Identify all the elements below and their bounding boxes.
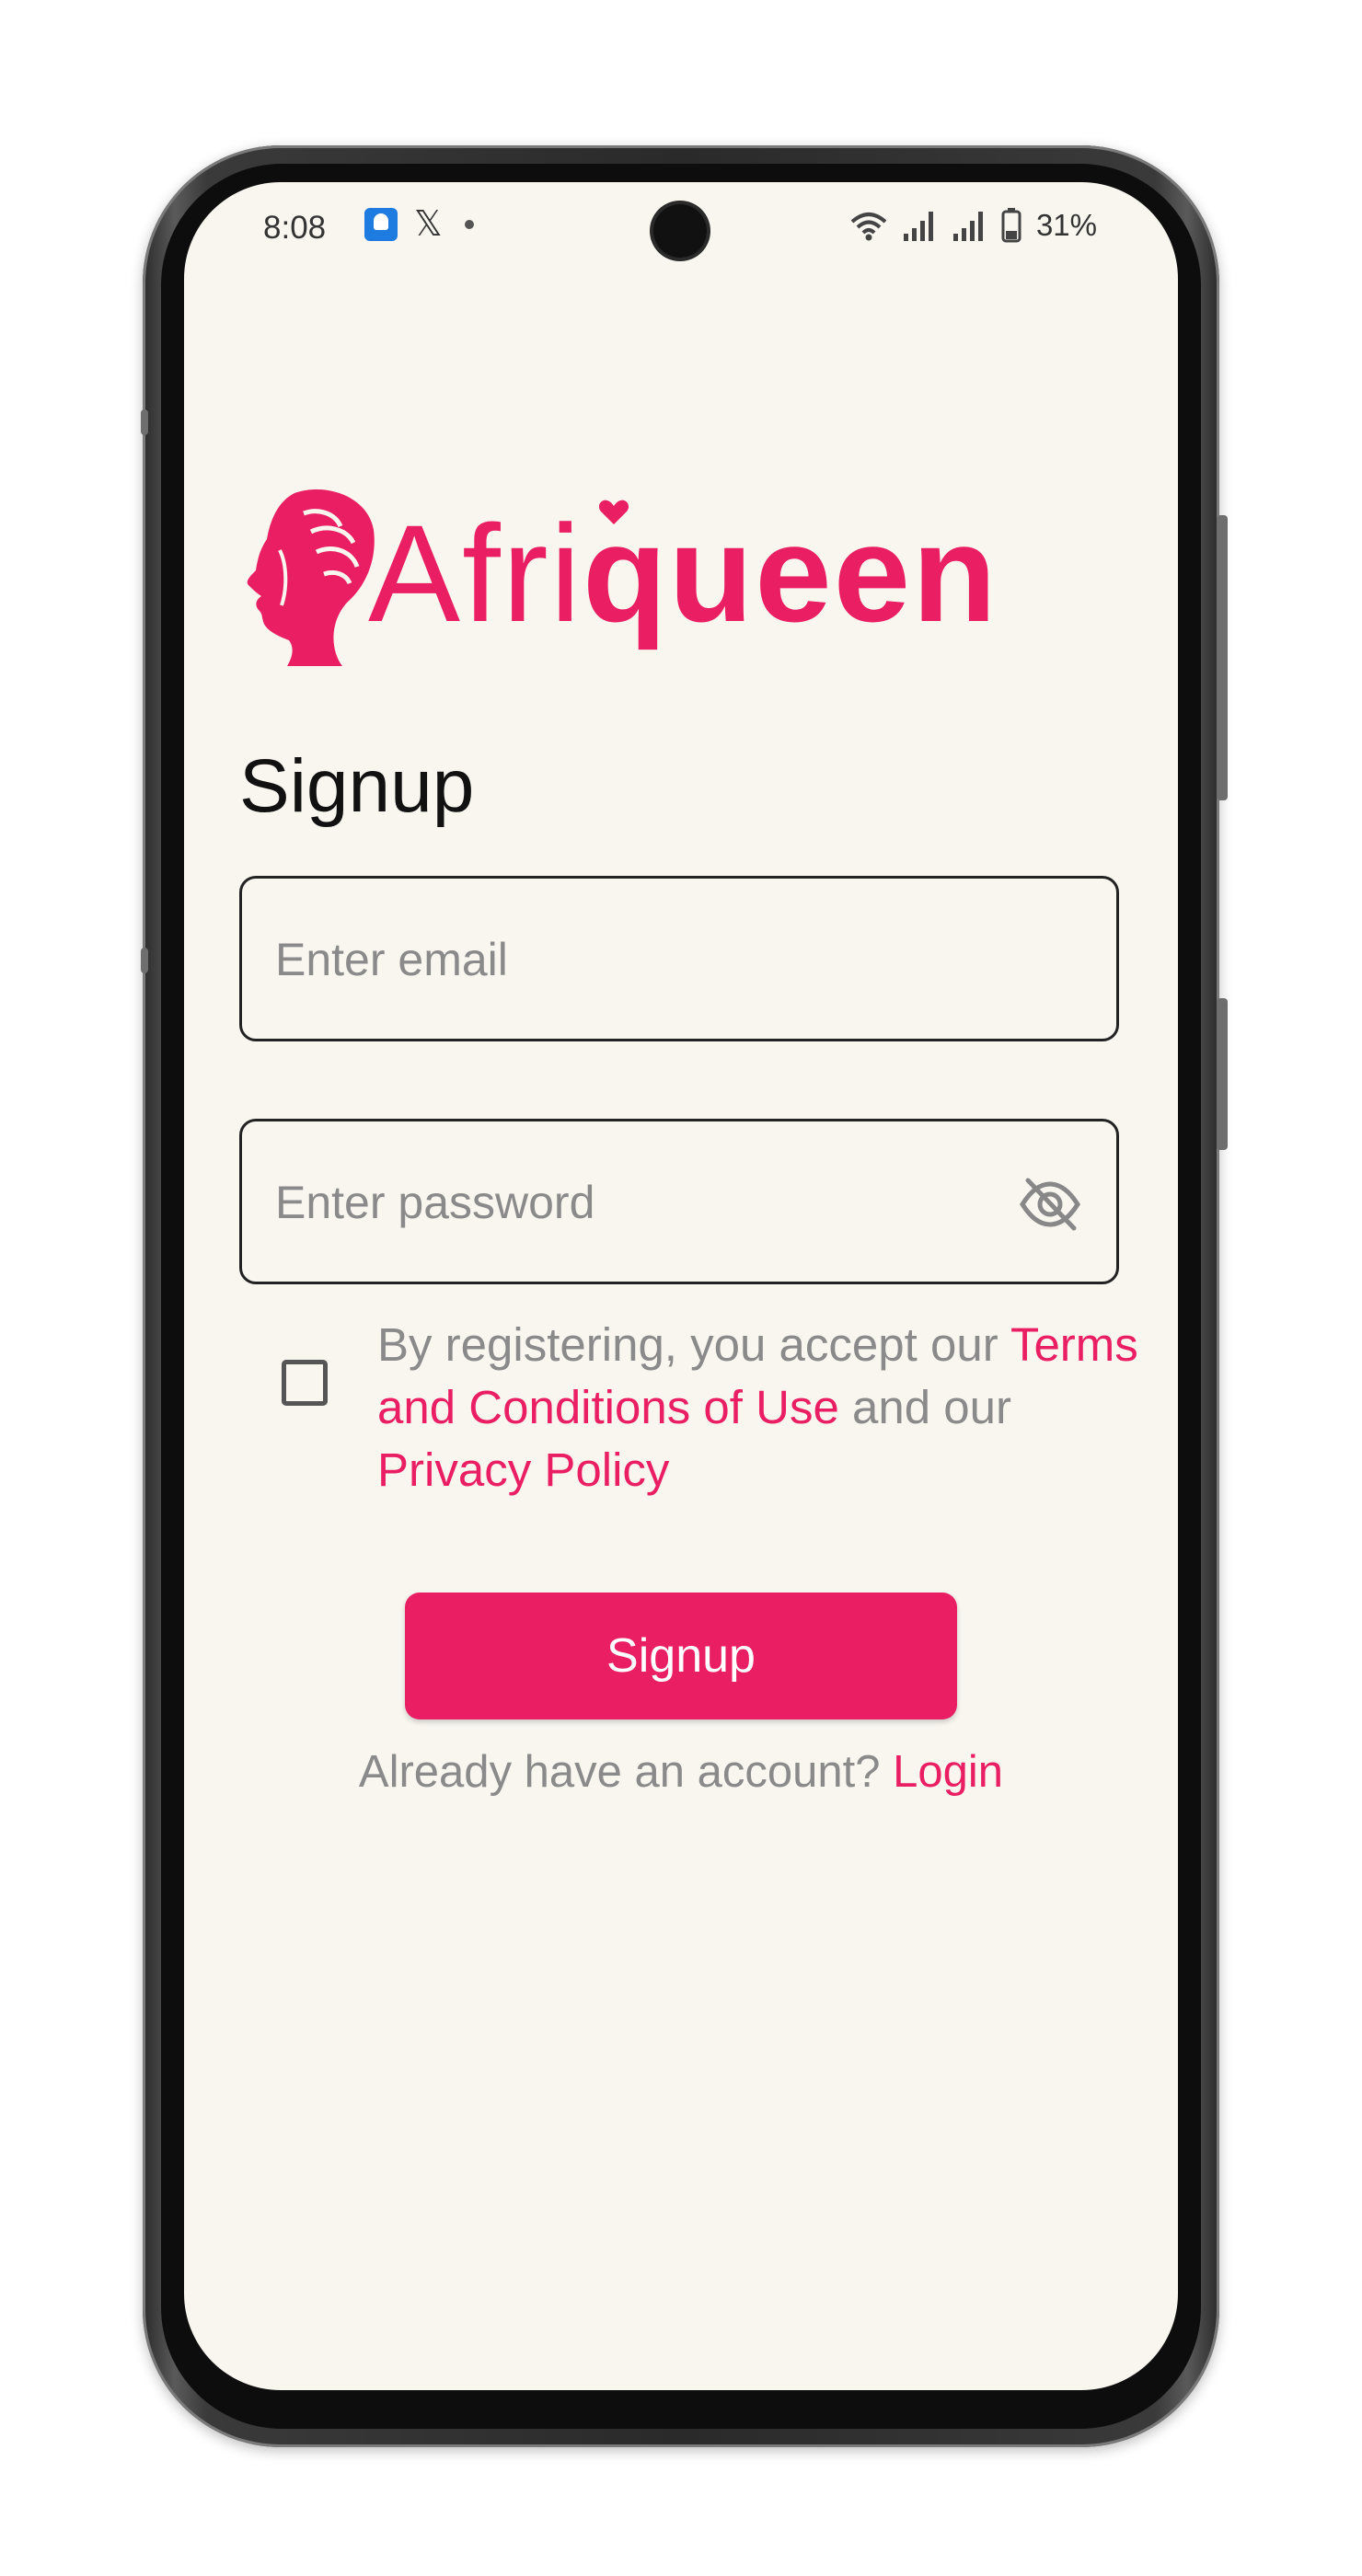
- system-status-icons: 31%: [850, 208, 1097, 243]
- battery-icon: [1001, 208, 1022, 243]
- signal-icon: [902, 210, 937, 241]
- email-input[interactable]: [273, 879, 1032, 1041]
- email-field: [239, 876, 1119, 1041]
- terms-prefix: By registering, you accept our: [377, 1318, 1010, 1371]
- notification-icons: 𝕏: [364, 205, 474, 244]
- login-link[interactable]: Login: [893, 1747, 1003, 1797]
- signup-button[interactable]: Signup: [405, 1593, 957, 1719]
- password-input[interactable]: [273, 1121, 1032, 1283]
- volume-button: [1217, 998, 1228, 1150]
- privacy-policy-link[interactable]: Privacy Policy: [377, 1443, 669, 1496]
- front-camera: [653, 204, 707, 258]
- page-title: Signup: [239, 744, 475, 828]
- terms-checkbox[interactable]: [282, 1360, 328, 1406]
- battery-percent: 31%: [1035, 208, 1097, 242]
- left-side-button: [141, 948, 148, 973]
- more-notifications-dot-icon: [464, 220, 474, 229]
- password-field: [239, 1119, 1119, 1284]
- login-prompt-text: Already have an account?: [358, 1747, 894, 1797]
- woman-silhouette-icon: [247, 489, 375, 666]
- status-bar: 8:08 𝕏 31%: [184, 182, 1178, 283]
- logo-text-bold: queen: [583, 496, 998, 650]
- status-time: 8:08: [263, 210, 327, 246]
- power-button: [1217, 515, 1228, 800]
- wifi-icon: [850, 209, 887, 242]
- x-icon: 𝕏: [414, 205, 443, 244]
- signal-icon: [952, 210, 987, 241]
- terms-middle: and our: [838, 1381, 1011, 1433]
- logo-wordmark: Afriqueen: [368, 495, 998, 651]
- afriqueen-logo: Afriqueen: [239, 486, 1123, 670]
- eye-off-icon[interactable]: [1017, 1171, 1083, 1237]
- heart-icon: [598, 500, 629, 524]
- terms-consent-text: By registering, you accept our Terms and…: [377, 1314, 1141, 1501]
- left-side-button: [141, 409, 148, 435]
- logo-text-light: Afri: [368, 496, 583, 650]
- login-prompt: Already have an account? Login: [184, 1746, 1178, 1798]
- app-notification-icon: [364, 208, 398, 241]
- app-screen: 8:08 𝕏 31% Afriqueen Signup Enter email …: [184, 182, 1178, 2390]
